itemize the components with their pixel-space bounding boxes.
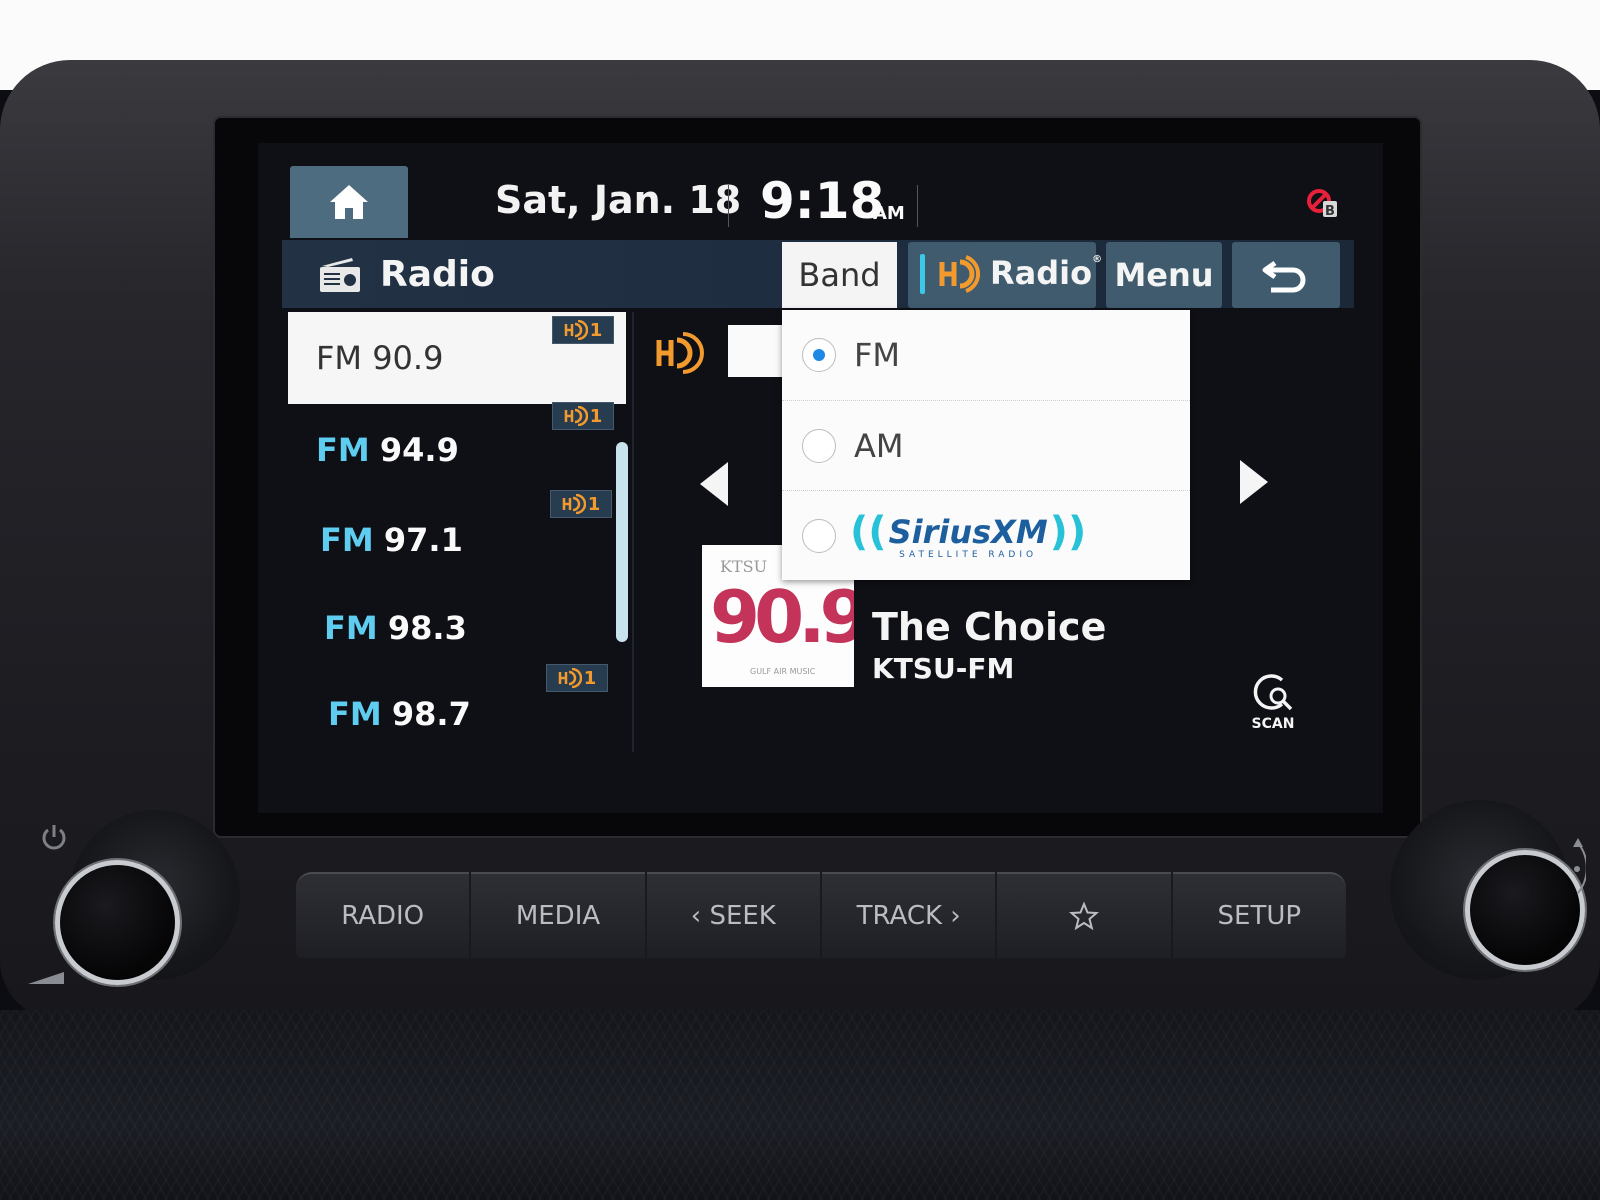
scan-button[interactable]: SCAN [1238,670,1308,734]
setup-hard-button[interactable]: SETUP [1172,872,1346,958]
station-item[interactable]: FM 97.1 1 [288,490,626,586]
radio-button-selected[interactable] [802,338,836,372]
band-option-siriusxm[interactable]: (( SiriusXM )) SATELLITE RADIO [782,490,1190,580]
next-station-button[interactable] [1240,460,1268,504]
home-button[interactable] [290,166,408,238]
hd-icon [562,494,586,514]
radio-hard-button[interactable]: RADIO [296,872,470,958]
volume-power-knob[interactable] [55,860,180,985]
favorite-hard-button[interactable] [997,872,1171,958]
hd-channel-badge: 1 [552,316,614,344]
hd-active-indicator [920,254,925,294]
station-item[interactable]: FM 98.3 [288,582,626,674]
station-item[interactable]: FM 94.9 1 [288,402,626,496]
hd-radio-button[interactable]: Radio® [908,242,1102,308]
program-name: The Choice [872,605,1107,649]
tune-file-knob[interactable] [1465,850,1585,970]
hd-icon [564,406,588,426]
divider [728,185,729,227]
back-arrow-icon [1262,260,1306,293]
star-icon [1068,901,1099,931]
hd-radio-signal-icon [656,332,704,374]
radio-text-box [728,325,788,377]
svg-text:B: B [1325,204,1335,219]
page-title: Radio [380,254,495,295]
band-option-am[interactable]: AM [782,400,1190,490]
date-display: Sat, Jan. 18 [495,178,742,222]
hard-button-row: RADIO MEDIA ‹ SEEK TRACK › SETUP [296,872,1346,958]
seek-hard-button[interactable]: ‹ SEEK [646,872,820,958]
band-button[interactable]: Band [782,242,897,308]
hd-channel-badge: 1 [552,402,614,430]
station-list: FM 90.9 1 FM 94.9 1 FM 97.1 1 FM 98.3 FM… [288,312,630,762]
signal-waves-left-icon: (( [850,508,887,555]
station-item[interactable]: FM 90.9 1 [288,312,626,404]
hd-icon [564,320,588,340]
hd-icon [558,668,582,688]
tune-rotate-icon [1573,838,1586,894]
station-callsign: KTSU-FM [872,652,1015,685]
band-option-fm[interactable]: FM [782,310,1190,400]
station-list-divider [632,312,634,752]
track-hard-button[interactable]: TRACK › [821,872,996,958]
menu-button[interactable]: Menu [1106,242,1222,308]
radio-button[interactable] [802,518,836,553]
home-icon [330,185,368,219]
hd-radio-label: Radio® [990,254,1103,292]
station-item[interactable]: FM 98.7 1 [288,664,626,760]
radio-button[interactable] [802,428,836,463]
divider [917,185,918,227]
station-list-scrollbar[interactable] [616,442,628,642]
siriusxm-logo: (( SiriusXM )) SATELLITE RADIO [850,508,1087,560]
band-dropdown: FM AM (( SiriusXM )) SATELLITE RADIO [782,310,1190,580]
time-display: 9:18 [760,172,885,230]
power-icon [42,825,66,850]
hd-channel-badge: 1 [550,490,612,518]
signal-waves-right-icon: )) [1049,508,1087,555]
hd-radio-logo-icon [939,255,981,293]
dashboard-panel [0,1010,1600,1200]
bluetooth-disconnected-icon: B [1307,189,1337,219]
volume-icon [28,972,64,984]
back-button[interactable] [1232,242,1340,308]
radio-icon [320,258,360,292]
media-hard-button[interactable]: MEDIA [471,872,645,958]
hd-channel-badge: 1 [546,664,608,692]
previous-station-button[interactable] [700,462,728,506]
ampm-display: AM [873,203,905,224]
scan-icon [1253,674,1293,711]
